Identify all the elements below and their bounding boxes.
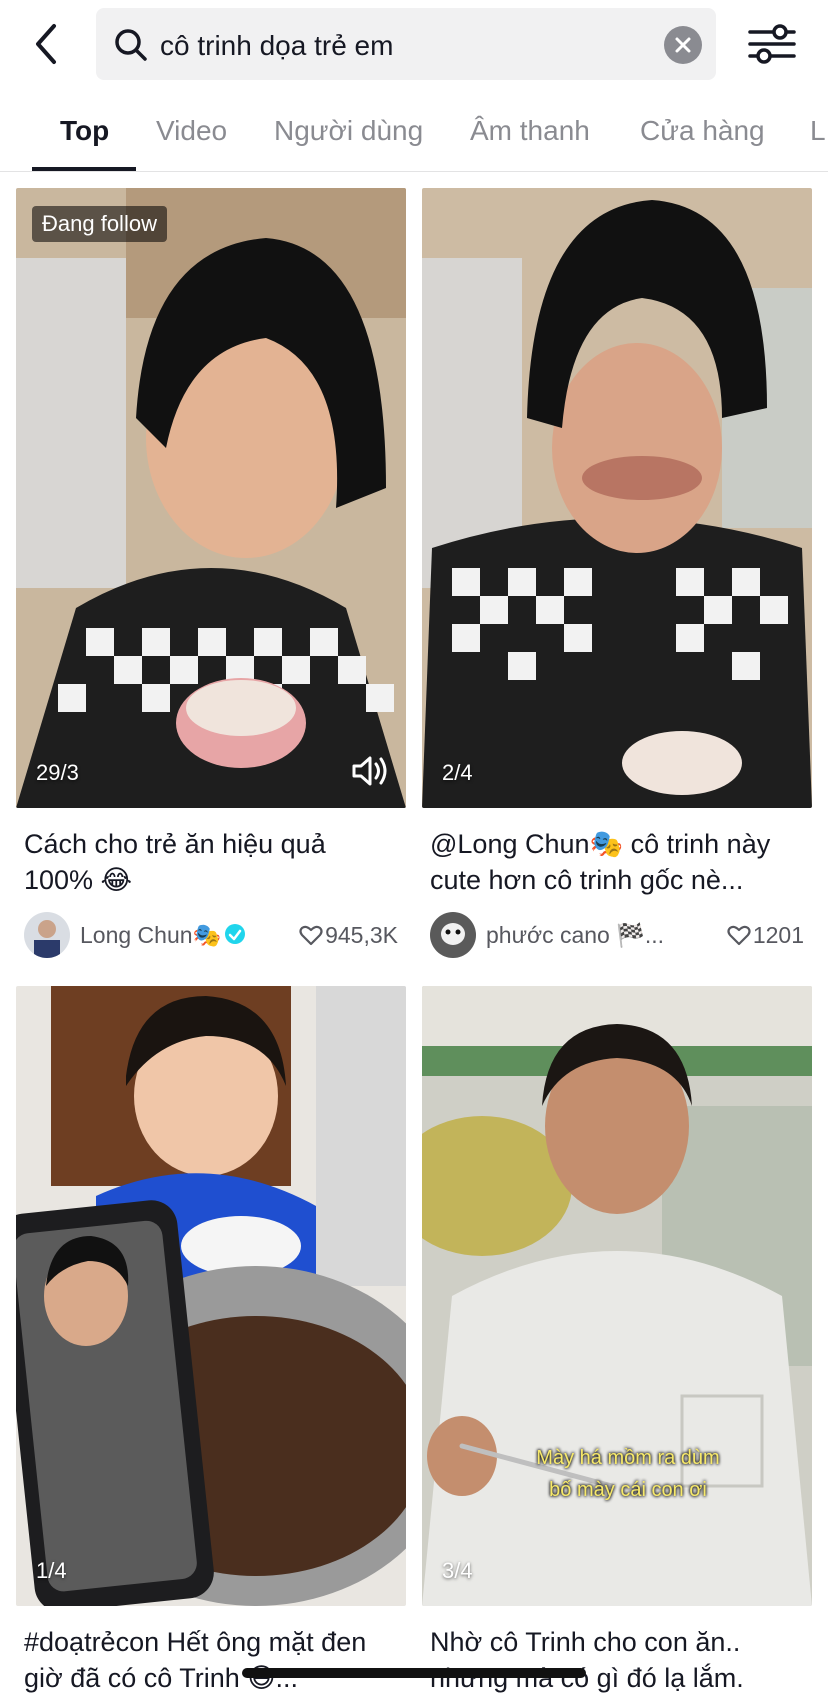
avatar-image [430,912,476,958]
following-badge: Đang follow [32,206,167,242]
tab-more[interactable]: L [810,115,826,147]
video-overlay-text-line-2: bố mày cái con ơi [549,1479,707,1501]
top-bar: cô trinh dọa trẻ em [0,0,828,95]
thumbnail-image [16,188,406,808]
avatar[interactable] [430,912,476,958]
photo-count: 2/4 [442,760,473,785]
search-input[interactable]: cô trinh dọa trẻ em [96,8,716,80]
search-tabs: Top Video Người dùng Âm thanh Cửa hàng L [0,95,828,172]
video-card[interactable]: 1/4 #doạtrẻcon Hết ông mặt đen giờ đã có… [16,986,406,1696]
video-caption[interactable]: Cách cho trẻ ăn hiệu quả 100% 😂 [16,826,406,898]
video-thumbnail[interactable]: 2/4 [422,188,812,808]
tab-video[interactable]: Video [156,115,227,147]
video-caption[interactable]: Nhờ cô Trinh cho con ăn.. nhưng mà có gì… [422,1624,812,1696]
photo-count: 3/4 [442,1558,473,1583]
author-name-text: Long Chun🎭 [80,922,222,948]
filter-button[interactable] [746,20,798,68]
clear-search-button[interactable] [664,26,702,64]
video-meta: Long Chun🎭 945,3K [16,908,406,964]
tab-users[interactable]: Người dùng [274,115,423,147]
video-overlay-text-line-1: Mày há mồm ra dùm [536,1447,720,1469]
video-caption[interactable]: #doạtrẻcon Hết ông mặt đen giờ đã có cô … [16,1624,406,1696]
video-card[interactable]: Đang follow 29/3 Cách cho trẻ ăn hiệu qu… [16,188,406,964]
video-thumbnail[interactable]: 1/4 [16,986,406,1606]
video-thumbnail[interactable]: Đang follow 29/3 [16,188,406,808]
close-icon [675,37,691,53]
back-button[interactable] [26,18,70,70]
avatar[interactable] [24,912,70,958]
tab-sounds[interactable]: Âm thanh [470,115,590,147]
search-query-text: cô trinh dọa trẻ em [160,30,394,61]
thumbnail-image [16,986,406,1606]
photo-count: 1/4 [36,1558,67,1583]
video-thumbnail[interactable]: Mày há mồm ra dùm bố mày cái con ơi 3/4 [422,986,812,1606]
avatar-image [24,912,70,958]
video-card[interactable]: Mày há mồm ra dùm bố mày cái con ơi 3/4 … [422,986,812,1696]
video-card[interactable]: 2/4 @Long Chun🎭 cô trinh này cute hơn cô… [422,188,812,964]
search-icon [115,29,147,61]
thumbnail-image [422,986,812,1606]
author-name[interactable]: Long Chun🎭 [80,922,246,949]
filter-sliders-icon [748,24,796,64]
like-count-text: 1201 [752,922,804,948]
like-count: 1201 [727,922,804,949]
video-caption[interactable]: @Long Chun🎭 cô trinh này cute hơn cô tri… [422,826,812,898]
heart-icon [299,925,323,946]
tab-top[interactable]: Top [60,115,109,147]
thumbnail-image [422,188,812,808]
back-arrow-icon [36,24,56,64]
tab-shop[interactable]: Cửa hàng [640,115,765,147]
author-name[interactable]: phước cano 🏁... [486,922,664,949]
active-tab-indicator [32,167,136,171]
video-meta: phước cano 🏁... 1201 [422,908,812,964]
heart-icon [727,925,751,946]
photo-count: 29/3 [36,760,79,785]
like-count: 945,3K [299,922,398,949]
sound-icon[interactable] [348,750,390,792]
home-indicator[interactable] [242,1668,586,1678]
like-count-text: 945,3K [325,922,398,948]
verified-icon [225,924,246,944]
